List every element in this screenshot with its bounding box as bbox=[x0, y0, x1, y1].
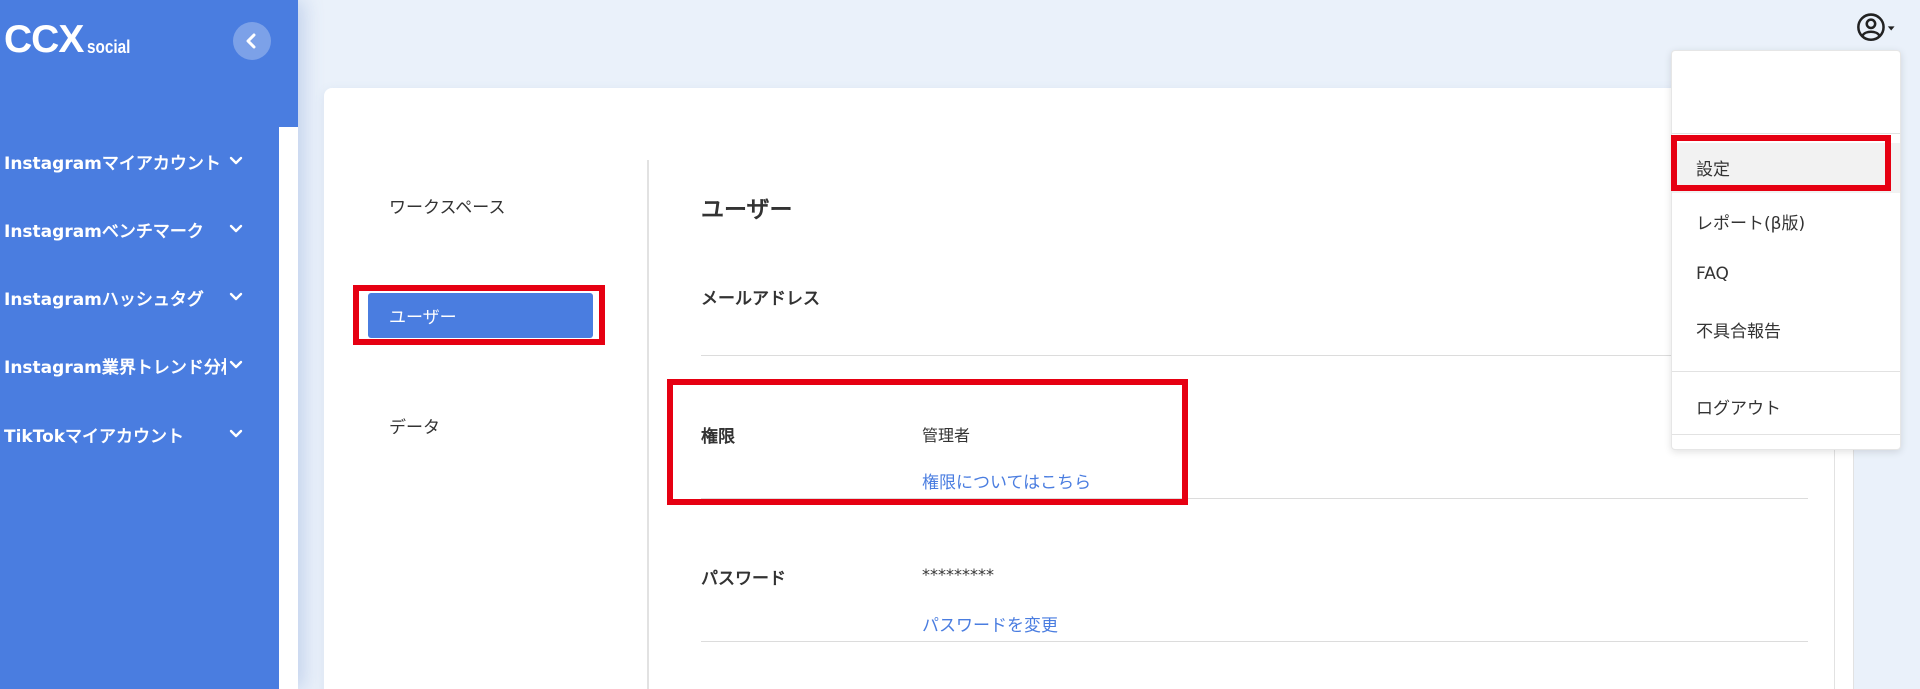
role-label: 権限 bbox=[701, 427, 735, 447]
menu-item-bug-report[interactable]: 不具合報告 bbox=[1696, 317, 1781, 342]
sidebar-item-instagram-industry-trend[interactable]: Instagram業界トレンド分析 bbox=[4, 350, 244, 380]
page-title: ユーザー bbox=[701, 197, 793, 223]
settings-nav-user[interactable]: ユーザー bbox=[368, 293, 593, 338]
row-divider bbox=[701, 641, 1808, 642]
menu-item-faq[interactable]: FAQ bbox=[1696, 264, 1729, 284]
menu-item-report-beta[interactable]: レポート(β版) bbox=[1696, 209, 1805, 234]
chevron-down-icon bbox=[229, 429, 243, 438]
role-value: 管理者 bbox=[922, 426, 971, 445]
chevron-down-icon bbox=[229, 156, 243, 165]
logo-sub-text: social bbox=[87, 37, 131, 57]
sidebar-item-label: Instagramベンチマーク bbox=[4, 221, 204, 242]
collapse-sidebar-button[interactable] bbox=[233, 22, 271, 60]
caret-down-icon bbox=[1887, 26, 1895, 31]
settings-nav-user-label: ユーザー bbox=[389, 308, 457, 328]
change-password-link[interactable]: パスワードを変更 bbox=[922, 611, 1058, 636]
menu-divider bbox=[1672, 434, 1900, 435]
chevron-down-icon bbox=[229, 224, 243, 233]
menu-divider bbox=[1672, 371, 1900, 372]
role-info-link[interactable]: 権限についてはこちら bbox=[922, 468, 1091, 493]
sidebar-item-instagram-hashtag[interactable]: Instagramハッシュタグ bbox=[4, 282, 244, 312]
menu-divider bbox=[1672, 133, 1900, 134]
user-account-icon bbox=[1857, 13, 1885, 42]
row-divider bbox=[701, 498, 1808, 499]
sidebar-item-label: Instagram業界トレンド分析 bbox=[4, 357, 226, 378]
sidebar-scroll-strip bbox=[279, 127, 298, 689]
user-menu-button[interactable] bbox=[1855, 8, 1895, 48]
sidebar: CCX social Instagramマイアカウント Instagramベンチ… bbox=[0, 0, 298, 689]
password-value: ********* bbox=[922, 565, 994, 584]
logo-main-text: CCX bbox=[4, 18, 84, 61]
sidebar-item-tiktok-my-account[interactable]: TikTokマイアカウント bbox=[4, 419, 244, 449]
sidebar-item-label: Instagramハッシュタグ bbox=[4, 289, 204, 310]
settings-divider bbox=[647, 160, 649, 689]
sidebar-item-label: TikTokマイアカウント bbox=[4, 426, 185, 447]
sidebar-item-label: Instagramマイアカウント bbox=[4, 153, 221, 174]
settings-nav-data[interactable]: データ bbox=[389, 413, 440, 438]
chevron-down-icon bbox=[229, 360, 243, 369]
app-logo[interactable]: CCX social bbox=[4, 20, 138, 59]
chevron-down-icon bbox=[229, 292, 243, 301]
settings-card bbox=[324, 88, 1844, 689]
sidebar-item-instagram-my-account[interactable]: Instagramマイアカウント bbox=[4, 146, 244, 176]
user-dropdown-menu: 設定 レポート(β版) FAQ 不具合報告 ログアウト bbox=[1671, 50, 1901, 450]
chevron-left-icon bbox=[246, 33, 256, 49]
settings-nav-workspace[interactable]: ワークスペース bbox=[389, 193, 505, 218]
menu-item-logout[interactable]: ログアウト bbox=[1696, 394, 1781, 419]
row-divider bbox=[701, 355, 1808, 356]
email-label: メールアドレス bbox=[701, 289, 820, 309]
menu-item-settings[interactable]: 設定 bbox=[1696, 155, 1730, 180]
sidebar-item-instagram-benchmark[interactable]: Instagramベンチマーク bbox=[4, 214, 244, 244]
password-label: パスワード bbox=[701, 569, 786, 589]
